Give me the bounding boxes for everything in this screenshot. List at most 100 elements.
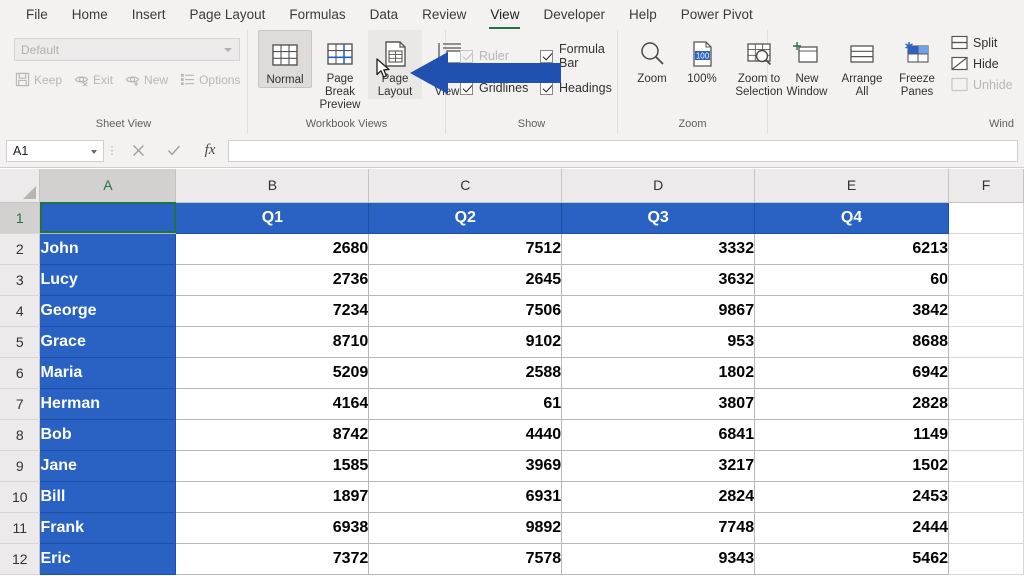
cell-a7[interactable]: Herman — [40, 388, 176, 419]
row-header-6[interactable]: 6 — [0, 357, 40, 388]
cancel-entry-button[interactable] — [120, 138, 156, 164]
cell-e6[interactable]: 6942 — [755, 357, 949, 388]
cell-b1[interactable]: Q1 — [176, 202, 369, 233]
cell-d12[interactable]: 9343 — [562, 543, 755, 574]
cell-c12[interactable]: 7578 — [369, 543, 562, 574]
insert-function-button[interactable]: fx — [192, 138, 228, 164]
cell-f8[interactable] — [948, 419, 1023, 450]
cell-e7[interactable]: 2828 — [755, 388, 949, 419]
zoom-button[interactable]: Zoom — [628, 30, 676, 86]
cell-c10[interactable]: 6931 — [369, 481, 562, 512]
select-all-corner[interactable] — [0, 169, 40, 202]
cell-e9[interactable]: 1502 — [755, 450, 949, 481]
row-header-5[interactable]: 5 — [0, 326, 40, 357]
sheet-view-combo[interactable]: Default — [14, 38, 240, 61]
cell-a10[interactable]: Bill — [40, 481, 176, 512]
column-header-b[interactable]: B — [176, 169, 369, 202]
cell-a1[interactable] — [40, 202, 176, 233]
cell-e12[interactable]: 5462 — [755, 543, 949, 574]
row-header-8[interactable]: 8 — [0, 419, 40, 450]
cell-d8[interactable]: 6841 — [562, 419, 755, 450]
arrange-all-button[interactable]: Arrange All — [835, 30, 889, 99]
new-sheet-view-button[interactable]: New — [120, 70, 173, 89]
row-header-10[interactable]: 10 — [0, 481, 40, 512]
cell-c9[interactable]: 3969 — [369, 450, 562, 481]
cell-e10[interactable]: 2453 — [755, 481, 949, 512]
cell-d1[interactable]: Q3 — [562, 202, 755, 233]
cell-c3[interactable]: 2645 — [369, 264, 562, 295]
column-header-c[interactable]: C — [369, 169, 562, 202]
tab-insert[interactable]: Insert — [120, 4, 178, 26]
cell-b8[interactable]: 8742 — [176, 419, 369, 450]
zoom-100-button[interactable]: 100 100% — [678, 30, 726, 86]
cell-a12[interactable]: Eric — [40, 543, 176, 574]
cell-f11[interactable] — [948, 512, 1023, 543]
split-button[interactable]: Split — [951, 35, 1013, 50]
cell-c11[interactable]: 9892 — [369, 512, 562, 543]
column-header-f[interactable]: F — [948, 169, 1023, 202]
checkbox-headings[interactable]: Headings — [540, 81, 612, 95]
cell-b6[interactable]: 5209 — [176, 357, 369, 388]
cell-f3[interactable] — [948, 264, 1023, 295]
cell-d7[interactable]: 3807 — [562, 388, 755, 419]
cell-f2[interactable] — [948, 233, 1023, 264]
cell-e5[interactable]: 8688 — [755, 326, 949, 357]
row-header-9[interactable]: 9 — [0, 450, 40, 481]
cell-e3[interactable]: 60 — [755, 264, 949, 295]
cell-d6[interactable]: 1802 — [562, 357, 755, 388]
cell-a4[interactable]: George — [40, 295, 176, 326]
row-header-12[interactable]: 12 — [0, 543, 40, 574]
cell-d10[interactable]: 2824 — [562, 481, 755, 512]
cell-f9[interactable] — [948, 450, 1023, 481]
unhide-button[interactable]: Unhide — [951, 77, 1013, 92]
cell-c2[interactable]: 7512 — [369, 233, 562, 264]
freeze-panes-button[interactable]: Freeze Panes — [890, 30, 944, 99]
cell-b7[interactable]: 4164 — [176, 388, 369, 419]
cell-f7[interactable] — [948, 388, 1023, 419]
cell-a8[interactable]: Bob — [40, 419, 176, 450]
tab-file[interactable]: File — [14, 4, 60, 26]
row-header-4[interactable]: 4 — [0, 295, 40, 326]
keep-button[interactable]: Keep — [10, 70, 67, 89]
cell-b9[interactable]: 1585 — [176, 450, 369, 481]
normal-view-button[interactable]: Normal — [258, 30, 312, 88]
cell-e4[interactable]: 3842 — [755, 295, 949, 326]
checkbox-ruler[interactable]: Ruler — [460, 42, 536, 70]
tab-developer[interactable]: Developer — [531, 4, 617, 26]
cell-c1[interactable]: Q2 — [369, 202, 562, 233]
cell-f5[interactable] — [948, 326, 1023, 357]
cell-a3[interactable]: Lucy — [40, 264, 176, 295]
column-header-e[interactable]: E — [755, 169, 949, 202]
cell-b10[interactable]: 1897 — [176, 481, 369, 512]
cell-b11[interactable]: 6938 — [176, 512, 369, 543]
tab-formulas[interactable]: Formulas — [277, 4, 357, 26]
hide-button[interactable]: Hide — [951, 56, 1013, 71]
cell-f10[interactable] — [948, 481, 1023, 512]
cell-d2[interactable]: 3332 — [562, 233, 755, 264]
cell-a9[interactable]: Jane — [40, 450, 176, 481]
tab-help[interactable]: Help — [617, 4, 669, 26]
tab-home[interactable]: Home — [60, 4, 120, 26]
cell-a2[interactable]: John — [40, 233, 176, 264]
cell-a6[interactable]: Maria — [40, 357, 176, 388]
tab-data[interactable]: Data — [358, 4, 411, 26]
cell-b5[interactable]: 8710 — [176, 326, 369, 357]
cell-e11[interactable]: 2444 — [755, 512, 949, 543]
cell-c5[interactable]: 9102 — [369, 326, 562, 357]
new-window-button[interactable]: New Window — [780, 30, 834, 99]
cell-c8[interactable]: 4440 — [369, 419, 562, 450]
cell-d11[interactable]: 7748 — [562, 512, 755, 543]
confirm-entry-button[interactable] — [156, 138, 192, 164]
cell-f4[interactable] — [948, 295, 1023, 326]
cell-c6[interactable]: 2588 — [369, 357, 562, 388]
row-header-7[interactable]: 7 — [0, 388, 40, 419]
cell-d9[interactable]: 3217 — [562, 450, 755, 481]
row-header-3[interactable]: 3 — [0, 264, 40, 295]
cell-a11[interactable]: Frank — [40, 512, 176, 543]
checkbox-gridlines[interactable]: Gridlines — [460, 81, 536, 95]
cell-f1[interactable] — [948, 202, 1023, 233]
tab-page-layout[interactable]: Page Layout — [178, 4, 278, 26]
column-header-d[interactable]: D — [562, 169, 755, 202]
cell-e8[interactable]: 1149 — [755, 419, 949, 450]
row-header-1[interactable]: 1 — [0, 202, 40, 233]
